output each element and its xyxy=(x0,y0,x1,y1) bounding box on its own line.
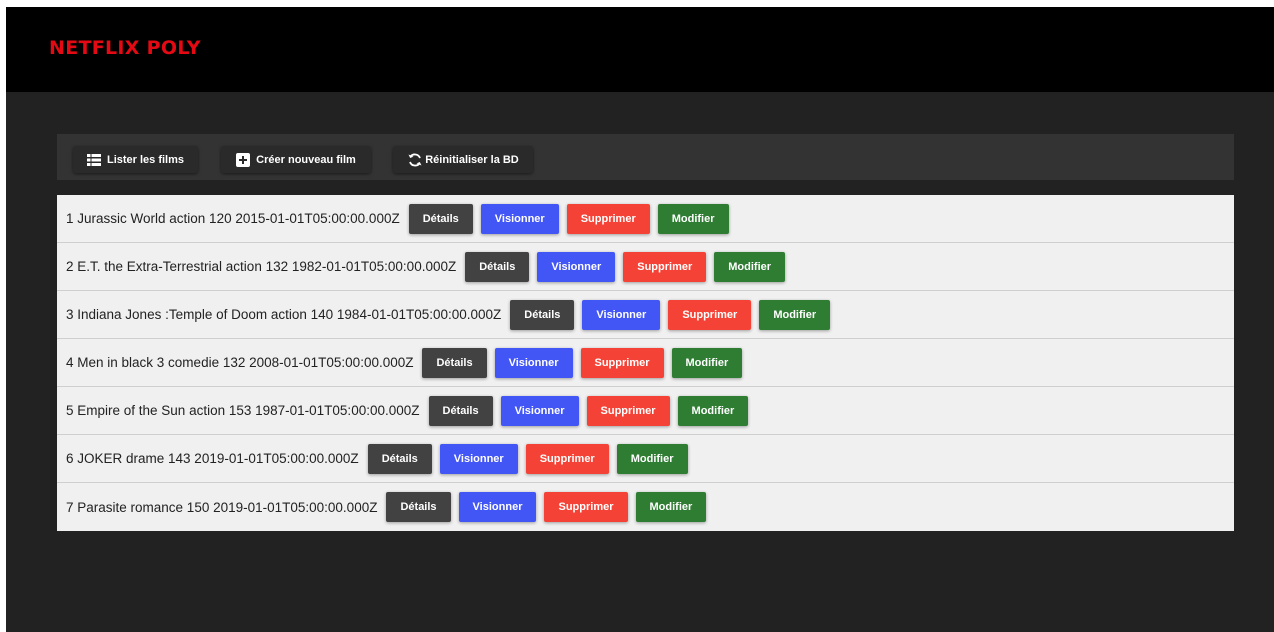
app-frame: NETFLIX POLY Lister les films Créer nouv… xyxy=(6,7,1274,632)
film-info-text: 7 Parasite romance 150 2019-01-01T05:00:… xyxy=(66,499,378,515)
delete-button[interactable]: Supprimer xyxy=(566,203,650,234)
film-info-text: 3 Indiana Jones :Temple of Doom action 1… xyxy=(66,307,502,322)
details-button[interactable]: Détails xyxy=(428,395,493,426)
film-info-text: 2 E.T. the Extra-Terrestrial action 132 … xyxy=(66,259,457,274)
delete-button[interactable]: Supprimer xyxy=(525,443,609,474)
delete-button[interactable]: Supprimer xyxy=(586,395,670,426)
delete-button[interactable]: Supprimer xyxy=(623,251,707,282)
edit-button[interactable]: Modifier xyxy=(671,347,743,378)
film-row: 5 Empire of the Sun action 153 1987-01-0… xyxy=(57,387,1234,435)
watch-button[interactable]: Visionner xyxy=(582,299,661,330)
film-row: 6 JOKER drame 143 2019-01-01T05:00:00.00… xyxy=(57,435,1234,483)
watch-button[interactable]: Visionner xyxy=(458,492,537,522)
plus-square-icon xyxy=(236,152,251,167)
edit-button[interactable]: Modifier xyxy=(616,443,688,474)
watch-button[interactable]: Visionner xyxy=(494,347,573,378)
delete-button[interactable]: Supprimer xyxy=(544,492,628,522)
details-button[interactable]: Détails xyxy=(510,299,575,330)
list-films-label: Lister les films xyxy=(106,153,185,166)
details-button[interactable]: Détails xyxy=(367,443,432,474)
edit-button[interactable]: Modifier xyxy=(677,395,749,426)
details-button[interactable]: Détails xyxy=(422,347,487,378)
film-info-text: 1 Jurassic World action 120 2015-01-01T0… xyxy=(66,211,400,226)
create-film-button[interactable]: Créer nouveau film xyxy=(221,146,371,173)
edit-button[interactable]: Modifier xyxy=(657,203,729,234)
film-row: 4 Men in black 3 comedie 132 2008-01-01T… xyxy=(57,339,1234,387)
toolbar: Lister les films Créer nouveau film Réin… xyxy=(57,134,1234,180)
delete-button[interactable]: Supprimer xyxy=(668,299,752,330)
film-info-text: 6 JOKER drame 143 2019-01-01T05:00:00.00… xyxy=(66,451,359,466)
list-icon xyxy=(86,153,101,166)
refresh-icon xyxy=(407,153,423,167)
delete-button[interactable]: Supprimer xyxy=(580,347,664,378)
list-films-button[interactable]: Lister les films xyxy=(73,146,198,173)
edit-button[interactable]: Modifier xyxy=(635,492,707,522)
film-info-text: 5 Empire of the Sun action 153 1987-01-0… xyxy=(66,403,420,418)
edit-button[interactable]: Modifier xyxy=(759,299,831,330)
film-row: 2 E.T. the Extra-Terrestrial action 132 … xyxy=(57,243,1234,291)
film-row: 3 Indiana Jones :Temple of Doom action 1… xyxy=(57,291,1234,339)
reset-db-label: Réinitialiser la BD xyxy=(425,153,519,166)
watch-button[interactable]: Visionner xyxy=(480,203,559,234)
watch-button[interactable]: Visionner xyxy=(537,251,616,282)
edit-button[interactable]: Modifier xyxy=(714,251,786,282)
brand-logo[interactable]: NETFLIX POLY xyxy=(49,37,201,59)
details-button[interactable]: Détails xyxy=(465,251,530,282)
film-row: 7 Parasite romance 150 2019-01-01T05:00:… xyxy=(57,483,1234,531)
reset-db-button[interactable]: Réinitialiser la BD xyxy=(393,146,533,173)
app-header: NETFLIX POLY xyxy=(6,7,1274,92)
film-info-text: 4 Men in black 3 comedie 132 2008-01-01T… xyxy=(66,355,414,370)
film-list: 1 Jurassic World action 120 2015-01-01T0… xyxy=(57,195,1234,531)
create-film-label: Créer nouveau film xyxy=(256,153,356,166)
film-row: 1 Jurassic World action 120 2015-01-01T0… xyxy=(57,195,1234,243)
watch-button[interactable]: Visionner xyxy=(439,443,518,474)
details-button[interactable]: Détails xyxy=(408,203,473,234)
watch-button[interactable]: Visionner xyxy=(500,395,579,426)
details-button[interactable]: Détails xyxy=(386,492,451,522)
